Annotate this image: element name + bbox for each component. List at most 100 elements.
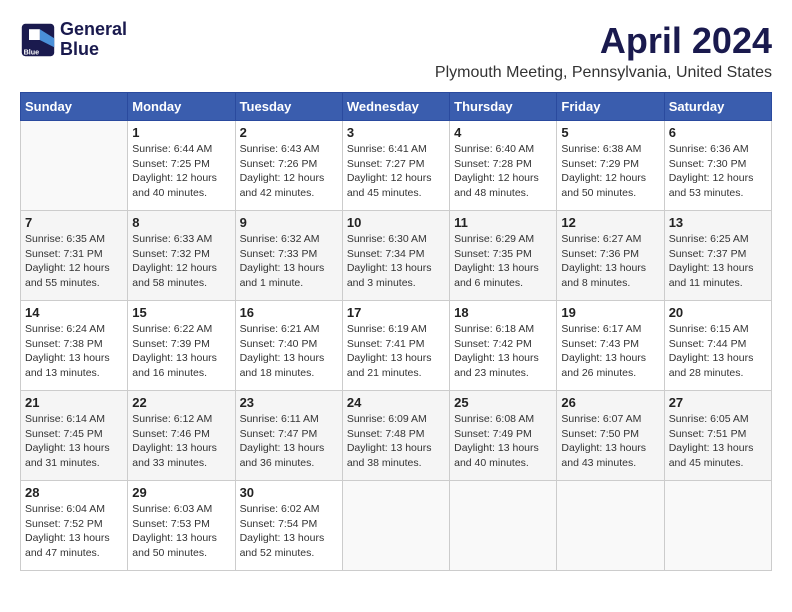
calendar-cell: 18 Sunrise: 6:18 AM Sunset: 7:42 PM Dayli…	[450, 301, 557, 391]
day-of-week-header: Tuesday	[235, 93, 342, 121]
calendar-cell: 10 Sunrise: 6:30 AM Sunset: 7:34 PM Dayli…	[342, 211, 449, 301]
day-number: 24	[347, 395, 445, 410]
day-number: 28	[25, 485, 123, 500]
logo: Blue General Blue	[20, 20, 127, 60]
calendar-cell: 15Sunrise: 6:22 AM Sunset: 7:39 PM Dayli…	[128, 301, 235, 391]
day-number: 17	[347, 305, 445, 320]
day-info: Sunrise: 6:40 AM Sunset: 7:28 PM Dayligh…	[454, 142, 552, 201]
day-number: 14	[25, 305, 123, 320]
day-number: 23	[240, 395, 338, 410]
calendar-cell: 29Sunrise: 6:03 AM Sunset: 7:53 PM Dayli…	[128, 481, 235, 571]
calendar-cell: 6Sunrise: 6:36 AM Sunset: 7:30 PM Daylig…	[664, 121, 771, 211]
day-number: 18	[454, 305, 552, 320]
calendar-cell: 2 Sunrise: 6:43 AM Sunset: 7:26 PM Daylig…	[235, 121, 342, 211]
day-number: 3	[347, 125, 445, 140]
calendar-cell: 8Sunrise: 6:33 AM Sunset: 7:32 PM Daylig…	[128, 211, 235, 301]
month-year-title: April 2024	[435, 20, 772, 62]
day-info: Sunrise: 6:21 AM Sunset: 7:40 PM Dayligh…	[240, 322, 338, 381]
calendar-header: SundayMondayTuesdayWednesdayThursdayFrid…	[21, 93, 772, 121]
day-number: 19	[561, 305, 659, 320]
title-section: April 2024 Plymouth Meeting, Pennsylvani…	[435, 20, 772, 82]
day-number: 21	[25, 395, 123, 410]
day-info: Sunrise: 6:27 AM Sunset: 7:36 PM Dayligh…	[561, 232, 659, 291]
day-number: 6	[669, 125, 767, 140]
day-info: Sunrise: 6:07 AM Sunset: 7:50 PM Dayligh…	[561, 412, 659, 471]
day-number: 1	[132, 125, 230, 140]
day-info: Sunrise: 6:12 AM Sunset: 7:46 PM Dayligh…	[132, 412, 230, 471]
calendar-week-row: 7 Sunrise: 6:35 AM Sunset: 7:31 PM Daylig…	[21, 211, 772, 301]
calendar-cell: 26 Sunrise: 6:07 AM Sunset: 7:50 PM Dayli…	[557, 391, 664, 481]
day-number: 7	[25, 215, 123, 230]
calendar-table: SundayMondayTuesdayWednesdayThursdayFrid…	[20, 92, 772, 571]
day-number: 11	[454, 215, 552, 230]
day-info: Sunrise: 6:33 AM Sunset: 7:32 PM Dayligh…	[132, 232, 230, 291]
calendar-cell: 24 Sunrise: 6:09 AM Sunset: 7:48 PM Dayli…	[342, 391, 449, 481]
calendar-cell: 20Sunrise: 6:15 AM Sunset: 7:44 PM Dayli…	[664, 301, 771, 391]
day-number: 29	[132, 485, 230, 500]
calendar-cell: 17 Sunrise: 6:19 AM Sunset: 7:41 PM Dayli…	[342, 301, 449, 391]
day-info: Sunrise: 6:25 AM Sunset: 7:37 PM Dayligh…	[669, 232, 767, 291]
day-info: Sunrise: 6:05 AM Sunset: 7:51 PM Dayligh…	[669, 412, 767, 471]
calendar-cell	[21, 121, 128, 211]
day-number: 26	[561, 395, 659, 410]
day-info: Sunrise: 6:18 AM Sunset: 7:42 PM Dayligh…	[454, 322, 552, 381]
location-subtitle: Plymouth Meeting, Pennsylvania, United S…	[435, 64, 772, 82]
day-info: Sunrise: 6:14 AM Sunset: 7:45 PM Dayligh…	[25, 412, 123, 471]
day-info: Sunrise: 6:41 AM Sunset: 7:27 PM Dayligh…	[347, 142, 445, 201]
day-of-week-header: Friday	[557, 93, 664, 121]
day-number: 12	[561, 215, 659, 230]
day-number: 20	[669, 305, 767, 320]
calendar-cell	[450, 481, 557, 571]
calendar-cell	[557, 481, 664, 571]
day-info: Sunrise: 6:32 AM Sunset: 7:33 PM Dayligh…	[240, 232, 338, 291]
calendar-cell: 30 Sunrise: 6:02 AM Sunset: 7:54 PM Dayli…	[235, 481, 342, 571]
day-info: Sunrise: 6:11 AM Sunset: 7:47 PM Dayligh…	[240, 412, 338, 471]
calendar-cell: 3 Sunrise: 6:41 AM Sunset: 7:27 PM Daylig…	[342, 121, 449, 211]
day-info: Sunrise: 6:02 AM Sunset: 7:54 PM Dayligh…	[240, 502, 338, 561]
calendar-cell	[342, 481, 449, 571]
day-number: 9	[240, 215, 338, 230]
day-of-week-header: Monday	[128, 93, 235, 121]
calendar-cell	[664, 481, 771, 571]
day-number: 5	[561, 125, 659, 140]
calendar-week-row: 14 Sunrise: 6:24 AM Sunset: 7:38 PM Dayli…	[21, 301, 772, 391]
day-info: Sunrise: 6:24 AM Sunset: 7:38 PM Dayligh…	[25, 322, 123, 381]
day-info: Sunrise: 6:44 AM Sunset: 7:25 PM Dayligh…	[132, 142, 230, 201]
day-number: 27	[669, 395, 767, 410]
calendar-cell: 22 Sunrise: 6:12 AM Sunset: 7:46 PM Dayli…	[128, 391, 235, 481]
day-info: Sunrise: 6:43 AM Sunset: 7:26 PM Dayligh…	[240, 142, 338, 201]
day-info: Sunrise: 6:29 AM Sunset: 7:35 PM Dayligh…	[454, 232, 552, 291]
calendar-cell: 12 Sunrise: 6:27 AM Sunset: 7:36 PM Dayli…	[557, 211, 664, 301]
day-info: Sunrise: 6:35 AM Sunset: 7:31 PM Dayligh…	[25, 232, 123, 291]
calendar-week-row: 28 Sunrise: 6:04 AM Sunset: 7:52 PM Dayli…	[21, 481, 772, 571]
day-info: Sunrise: 6:04 AM Sunset: 7:52 PM Dayligh…	[25, 502, 123, 561]
day-number: 13	[669, 215, 767, 230]
day-info: Sunrise: 6:30 AM Sunset: 7:34 PM Dayligh…	[347, 232, 445, 291]
calendar-cell: 16Sunrise: 6:21 AM Sunset: 7:40 PM Dayli…	[235, 301, 342, 391]
day-number: 10	[347, 215, 445, 230]
day-number: 30	[240, 485, 338, 500]
calendar-cell: 9 Sunrise: 6:32 AM Sunset: 7:33 PM Daylig…	[235, 211, 342, 301]
calendar-week-row: 1 Sunrise: 6:44 AM Sunset: 7:25 PM Daylig…	[21, 121, 772, 211]
calendar-cell: 11 Sunrise: 6:29 AM Sunset: 7:35 PM Dayli…	[450, 211, 557, 301]
calendar-cell: 5 Sunrise: 6:38 AM Sunset: 7:29 PM Daylig…	[557, 121, 664, 211]
calendar-cell: 14 Sunrise: 6:24 AM Sunset: 7:38 PM Dayli…	[21, 301, 128, 391]
day-number: 4	[454, 125, 552, 140]
day-of-week-header: Wednesday	[342, 93, 449, 121]
day-info: Sunrise: 6:19 AM Sunset: 7:41 PM Dayligh…	[347, 322, 445, 381]
calendar-cell: 23 Sunrise: 6:11 AM Sunset: 7:47 PM Dayli…	[235, 391, 342, 481]
calendar-cell: 4 Sunrise: 6:40 AM Sunset: 7:28 PM Daylig…	[450, 121, 557, 211]
day-number: 2	[240, 125, 338, 140]
calendar-cell: 13 Sunrise: 6:25 AM Sunset: 7:37 PM Dayli…	[664, 211, 771, 301]
calendar-cell: 7 Sunrise: 6:35 AM Sunset: 7:31 PM Daylig…	[21, 211, 128, 301]
day-info: Sunrise: 6:09 AM Sunset: 7:48 PM Dayligh…	[347, 412, 445, 471]
calendar-cell: 21 Sunrise: 6:14 AM Sunset: 7:45 PM Dayli…	[21, 391, 128, 481]
day-info: Sunrise: 6:17 AM Sunset: 7:43 PM Dayligh…	[561, 322, 659, 381]
day-number: 15	[132, 305, 230, 320]
calendar-week-row: 21 Sunrise: 6:14 AM Sunset: 7:45 PM Dayli…	[21, 391, 772, 481]
day-of-week-header: Thursday	[450, 93, 557, 121]
day-number: 22	[132, 395, 230, 410]
day-info: Sunrise: 6:38 AM Sunset: 7:29 PM Dayligh…	[561, 142, 659, 201]
logo-text: General Blue	[60, 20, 127, 60]
page-header: Blue General Blue April 2024 Plymouth Me…	[20, 20, 772, 82]
